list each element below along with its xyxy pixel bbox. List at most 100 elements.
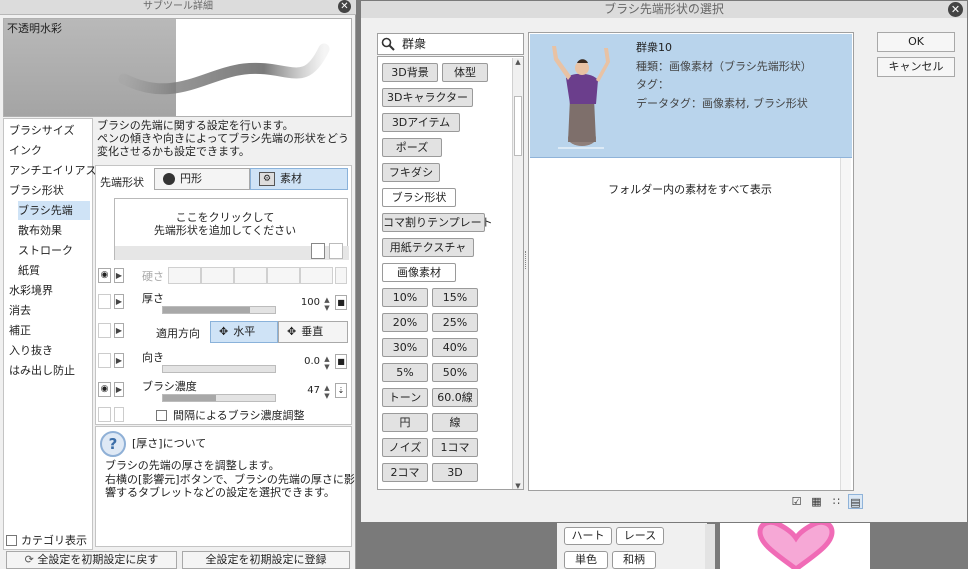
hardness-step [168,267,201,284]
interval-density-toggle[interactable]: 間隔によるブラシ濃度調整 [156,407,304,423]
tag-button[interactable]: 50% [432,363,478,382]
tag-button[interactable]: 60.0線 [432,388,478,407]
eye-toggle[interactable] [98,353,111,368]
tag-button[interactable]: 20% [382,313,428,332]
eye-toggle[interactable] [98,407,111,422]
splitter-handle[interactable] [525,251,527,269]
show-all-materials-link[interactable]: フォルダー内の素材をすべて表示 [529,181,851,197]
direction-slider[interactable] [162,365,276,373]
category-item[interactable]: ストローク [18,241,73,260]
category-item[interactable]: 紙質 [18,261,40,280]
expand-arrow-icon[interactable]: ▶ [114,353,124,368]
expand-arrow-icon[interactable]: ▶ [114,268,124,283]
tag-button[interactable]: 40% [432,338,478,357]
scroll-up-icon[interactable]: ▲ [513,58,523,66]
material-tag[interactable]: レース [616,527,664,545]
effect-source-button[interactable]: ■ [335,354,347,369]
large-thumbnail-view-icon[interactable]: ▦ [809,494,824,509]
brush-density-slider[interactable] [162,394,276,402]
tag-button[interactable]: コマ割りテンプレート [382,213,493,232]
tag-button[interactable]: ポーズ [382,138,442,157]
tip-shape-list[interactable]: ここをクリックして 先端形状を追加してください [114,198,349,260]
vertical-button[interactable]: ✥ 垂直 [278,321,348,343]
expand-arrow-icon[interactable] [114,407,124,422]
ok-button[interactable]: OK [877,32,955,52]
spin-arrows-icon[interactable]: ▲ ▼ [322,384,332,400]
tag-button[interactable]: 線 [432,413,478,432]
category-item[interactable]: はみ出し防止 [9,361,75,380]
tag-button[interactable]: 3D [432,463,478,482]
interval-density-checkbox[interactable] [156,409,167,421]
thickness-slider[interactable] [162,306,276,314]
tag-button[interactable]: 5% [382,363,428,382]
brush-density-value: 47 [307,385,320,396]
register-default-button[interactable]: 全設定を初期設定に登録 [182,551,350,569]
tag-button[interactable]: ノイズ [382,438,428,457]
brush-preview: 不透明水彩 [3,18,352,117]
tag-button[interactable]: 3Dキャラクター [382,88,473,107]
eye-toggle[interactable] [98,323,111,338]
material-tag-line: タグ： [636,78,669,91]
effect-source-button[interactable]: ⇣ [335,383,347,398]
tag-button[interactable]: 画像素材 [382,263,456,282]
small-thumbnail-view-icon[interactable]: ∷ [829,494,844,509]
category-item[interactable]: インク [9,141,42,160]
trash-icon[interactable] [329,243,343,259]
detail-view-icon[interactable]: ▤ [848,494,863,509]
tag-button[interactable]: トーン [382,388,428,407]
spin-arrows-icon[interactable]: ▲ ▼ [322,355,332,371]
help-line: 右横の[影響元]ボタンで、ブラシの先端の厚さに影 [105,472,355,486]
search-input[interactable]: 群衆 [377,33,524,55]
category-item[interactable]: ブラシサイズ [9,121,74,140]
new-tip-icon[interactable] [311,243,325,259]
tag-button[interactable]: 3Dアイテム [382,113,460,132]
category-item[interactable]: ブラシ先端 [18,201,90,220]
category-item[interactable]: 散布効果 [18,221,62,240]
category-item[interactable]: 補正 [9,321,31,340]
tag-button[interactable]: 2コマ [382,463,428,482]
close-icon[interactable]: ✕ [338,0,351,13]
tag-button[interactable]: ブラシ形状 [382,188,456,207]
category-item[interactable]: 水彩境界 [9,281,53,300]
horizontal-button[interactable]: ✥ 水平 [210,321,278,343]
cancel-button[interactable]: キャンセル [877,57,955,77]
scrollbar[interactable]: ▲ ▼ [512,58,523,489]
tag-button[interactable]: 体型 [442,63,488,82]
tag-button[interactable]: 1コマ [432,438,478,457]
material-card[interactable]: 群衆10 種類：画像素材（ブラシ先端形状） タグ： データタグ：画像素材, ブラ… [530,34,852,158]
eye-toggle[interactable] [98,294,111,309]
eye-icon[interactable]: ◉ [98,382,111,397]
category-display-checkbox[interactable] [6,534,17,546]
expand-arrow-icon[interactable]: ▶ [114,294,124,309]
scroll-thumb[interactable] [514,96,522,156]
category-display-toggle[interactable]: カテゴリ表示 [6,532,87,548]
tip-material-button[interactable]: ⚙ 素材 [250,168,348,190]
eye-icon[interactable]: ◉ [98,268,111,283]
spin-arrows-icon[interactable]: ▲ ▼ [322,296,332,312]
tag-button[interactable]: 3D背景 [382,63,438,82]
tag-button[interactable]: 25% [432,313,478,332]
scroll-down-icon[interactable]: ▼ [513,482,523,489]
tip-circle-button[interactable]: 円形 [154,168,250,190]
material-tag[interactable]: 単色 [564,551,608,569]
expand-arrow-icon[interactable]: ▶ [114,323,124,338]
tag-button[interactable]: 円 [382,413,428,432]
material-tag[interactable]: 和柄 [612,551,656,569]
reset-to-default-button[interactable]: ⟳ 全設定を初期設定に戻す [6,551,177,569]
category-item[interactable]: 消去 [9,301,31,320]
category-item[interactable]: 入り抜き [9,341,53,360]
tag-button[interactable]: 10% [382,288,428,307]
tag-button[interactable]: 30% [382,338,428,357]
tag-button[interactable]: 15% [432,288,478,307]
material-tag[interactable]: ハート [564,527,612,545]
category-item[interactable]: アンチエイリアス [9,161,97,180]
tag-button[interactable]: フキダシ [382,163,440,182]
category-item[interactable]: ブラシ形状 [9,181,64,200]
checkbox-view-icon[interactable]: ☑ [789,494,804,509]
scrollbar[interactable] [840,158,851,490]
close-icon[interactable]: ✕ [948,2,963,17]
tag-button[interactable]: 用紙テクスチャ [382,238,474,257]
effect-source-button[interactable]: ■ [335,295,347,310]
scrollbar[interactable] [705,524,715,569]
expand-arrow-icon[interactable]: ▶ [114,382,124,397]
